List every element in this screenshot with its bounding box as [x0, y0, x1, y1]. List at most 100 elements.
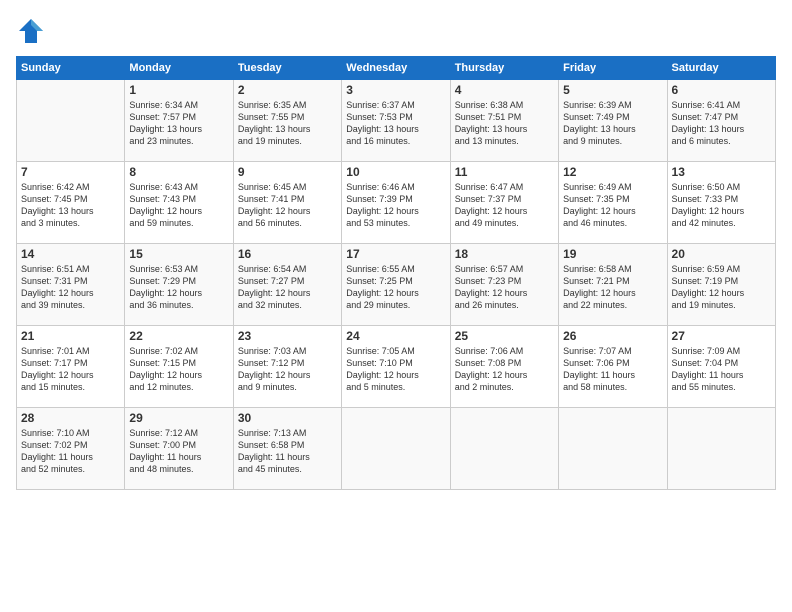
day-number: 7 [21, 165, 120, 179]
calendar-cell: 18 Sunrise: 6:57 AM Sunset: 7:23 PM Dayli… [450, 244, 558, 326]
day-number: 2 [238, 83, 337, 97]
day-number: 30 [238, 411, 337, 425]
calendar-cell [342, 408, 450, 490]
day-info: Sunrise: 6:37 AM Sunset: 7:53 PM Dayligh… [346, 99, 445, 148]
weekday-header-friday: Friday [559, 57, 667, 80]
day-info: Sunrise: 6:46 AM Sunset: 7:39 PM Dayligh… [346, 181, 445, 230]
calendar-cell: 12 Sunrise: 6:49 AM Sunset: 7:35 PM Dayli… [559, 162, 667, 244]
calendar-cell: 23 Sunrise: 7:03 AM Sunset: 7:12 PM Dayli… [233, 326, 341, 408]
day-info: Sunrise: 6:45 AM Sunset: 7:41 PM Dayligh… [238, 181, 337, 230]
day-number: 10 [346, 165, 445, 179]
week-row-1: 1 Sunrise: 6:34 AM Sunset: 7:57 PM Daylig… [17, 80, 776, 162]
day-number: 20 [672, 247, 771, 261]
day-number: 12 [563, 165, 662, 179]
day-info: Sunrise: 6:47 AM Sunset: 7:37 PM Dayligh… [455, 181, 554, 230]
day-number: 17 [346, 247, 445, 261]
day-info: Sunrise: 6:54 AM Sunset: 7:27 PM Dayligh… [238, 263, 337, 312]
calendar-cell: 10 Sunrise: 6:46 AM Sunset: 7:39 PM Dayli… [342, 162, 450, 244]
day-number: 18 [455, 247, 554, 261]
day-number: 19 [563, 247, 662, 261]
weekday-header-row: SundayMondayTuesdayWednesdayThursdayFrid… [17, 57, 776, 80]
calendar: SundayMondayTuesdayWednesdayThursdayFrid… [16, 56, 776, 490]
day-number: 29 [129, 411, 228, 425]
week-row-3: 14Sunrise: 6:51 AM Sunset: 7:31 PM Dayli… [17, 244, 776, 326]
day-info: Sunrise: 7:06 AM Sunset: 7:08 PM Dayligh… [455, 345, 554, 394]
day-number: 5 [563, 83, 662, 97]
page: SundayMondayTuesdayWednesdayThursdayFrid… [0, 0, 792, 612]
day-number: 25 [455, 329, 554, 343]
calendar-cell: 14Sunrise: 6:51 AM Sunset: 7:31 PM Dayli… [17, 244, 125, 326]
day-number: 4 [455, 83, 554, 97]
calendar-cell: 19 Sunrise: 6:58 AM Sunset: 7:21 PM Dayli… [559, 244, 667, 326]
calendar-cell: 27 Sunrise: 7:09 AM Sunset: 7:04 PM Dayli… [667, 326, 775, 408]
day-info: Sunrise: 6:35 AM Sunset: 7:55 PM Dayligh… [238, 99, 337, 148]
calendar-cell: 30 Sunrise: 7:13 AM Sunset: 6:58 PM Dayli… [233, 408, 341, 490]
calendar-cell: 9 Sunrise: 6:45 AM Sunset: 7:41 PM Daylig… [233, 162, 341, 244]
weekday-header-tuesday: Tuesday [233, 57, 341, 80]
day-info: Sunrise: 7:07 AM Sunset: 7:06 PM Dayligh… [563, 345, 662, 394]
calendar-cell: 25 Sunrise: 7:06 AM Sunset: 7:08 PM Dayli… [450, 326, 558, 408]
weekday-header-sunday: Sunday [17, 57, 125, 80]
calendar-cell: 4Sunrise: 6:38 AM Sunset: 7:51 PM Daylig… [450, 80, 558, 162]
day-info: Sunrise: 6:59 AM Sunset: 7:19 PM Dayligh… [672, 263, 771, 312]
week-row-5: 28Sunrise: 7:10 AM Sunset: 7:02 PM Dayli… [17, 408, 776, 490]
calendar-cell: 17 Sunrise: 6:55 AM Sunset: 7:25 PM Dayli… [342, 244, 450, 326]
day-info: Sunrise: 7:05 AM Sunset: 7:10 PM Dayligh… [346, 345, 445, 394]
calendar-cell: 3 Sunrise: 6:37 AM Sunset: 7:53 PM Daylig… [342, 80, 450, 162]
day-number: 14 [21, 247, 120, 261]
day-number: 21 [21, 329, 120, 343]
day-info: Sunrise: 7:12 AM Sunset: 7:00 PM Dayligh… [129, 427, 228, 476]
day-info: Sunrise: 7:03 AM Sunset: 7:12 PM Dayligh… [238, 345, 337, 394]
calendar-cell: 8 Sunrise: 6:43 AM Sunset: 7:43 PM Daylig… [125, 162, 233, 244]
calendar-cell: 6Sunrise: 6:41 AM Sunset: 7:47 PM Daylig… [667, 80, 775, 162]
calendar-cell: 2 Sunrise: 6:35 AM Sunset: 7:55 PM Daylig… [233, 80, 341, 162]
weekday-header-monday: Monday [125, 57, 233, 80]
day-number: 11 [455, 165, 554, 179]
header [16, 16, 776, 46]
day-number: 3 [346, 83, 445, 97]
week-row-2: 7Sunrise: 6:42 AM Sunset: 7:45 PM Daylig… [17, 162, 776, 244]
day-info: Sunrise: 6:58 AM Sunset: 7:21 PM Dayligh… [563, 263, 662, 312]
day-number: 16 [238, 247, 337, 261]
day-number: 27 [672, 329, 771, 343]
calendar-cell: 16 Sunrise: 6:54 AM Sunset: 7:27 PM Dayli… [233, 244, 341, 326]
calendar-cell: 20 Sunrise: 6:59 AM Sunset: 7:19 PM Dayli… [667, 244, 775, 326]
day-info: Sunrise: 6:49 AM Sunset: 7:35 PM Dayligh… [563, 181, 662, 230]
logo [16, 16, 50, 46]
day-info: Sunrise: 6:50 AM Sunset: 7:33 PM Dayligh… [672, 181, 771, 230]
day-number: 8 [129, 165, 228, 179]
day-number: 26 [563, 329, 662, 343]
day-info: Sunrise: 7:10 AM Sunset: 7:02 PM Dayligh… [21, 427, 120, 476]
calendar-cell: 5 Sunrise: 6:39 AM Sunset: 7:49 PM Daylig… [559, 80, 667, 162]
day-number: 6 [672, 83, 771, 97]
day-info: Sunrise: 7:01 AM Sunset: 7:17 PM Dayligh… [21, 345, 120, 394]
day-info: Sunrise: 6:43 AM Sunset: 7:43 PM Dayligh… [129, 181, 228, 230]
day-number: 9 [238, 165, 337, 179]
day-info: Sunrise: 6:57 AM Sunset: 7:23 PM Dayligh… [455, 263, 554, 312]
day-number: 22 [129, 329, 228, 343]
calendar-cell: 28Sunrise: 7:10 AM Sunset: 7:02 PM Dayli… [17, 408, 125, 490]
calendar-cell [17, 80, 125, 162]
day-number: 24 [346, 329, 445, 343]
calendar-cell: 13 Sunrise: 6:50 AM Sunset: 7:33 PM Dayli… [667, 162, 775, 244]
day-info: Sunrise: 6:55 AM Sunset: 7:25 PM Dayligh… [346, 263, 445, 312]
calendar-cell [450, 408, 558, 490]
day-number: 13 [672, 165, 771, 179]
day-number: 15 [129, 247, 228, 261]
weekday-header-wednesday: Wednesday [342, 57, 450, 80]
week-row-4: 21 Sunrise: 7:01 AM Sunset: 7:17 PM Dayli… [17, 326, 776, 408]
day-info: Sunrise: 6:34 AM Sunset: 7:57 PM Dayligh… [129, 99, 228, 148]
calendar-cell [667, 408, 775, 490]
calendar-cell [559, 408, 667, 490]
calendar-cell: 26 Sunrise: 7:07 AM Sunset: 7:06 PM Dayli… [559, 326, 667, 408]
weekday-header-saturday: Saturday [667, 57, 775, 80]
calendar-cell: 22 Sunrise: 7:02 AM Sunset: 7:15 PM Dayli… [125, 326, 233, 408]
day-info: Sunrise: 6:39 AM Sunset: 7:49 PM Dayligh… [563, 99, 662, 148]
day-info: Sunrise: 7:09 AM Sunset: 7:04 PM Dayligh… [672, 345, 771, 394]
day-info: Sunrise: 7:13 AM Sunset: 6:58 PM Dayligh… [238, 427, 337, 476]
day-number: 1 [129, 83, 228, 97]
calendar-cell: 11 Sunrise: 6:47 AM Sunset: 7:37 PM Dayli… [450, 162, 558, 244]
day-info: Sunrise: 7:02 AM Sunset: 7:15 PM Dayligh… [129, 345, 228, 394]
calendar-cell: 29 Sunrise: 7:12 AM Sunset: 7:00 PM Dayli… [125, 408, 233, 490]
day-number: 23 [238, 329, 337, 343]
